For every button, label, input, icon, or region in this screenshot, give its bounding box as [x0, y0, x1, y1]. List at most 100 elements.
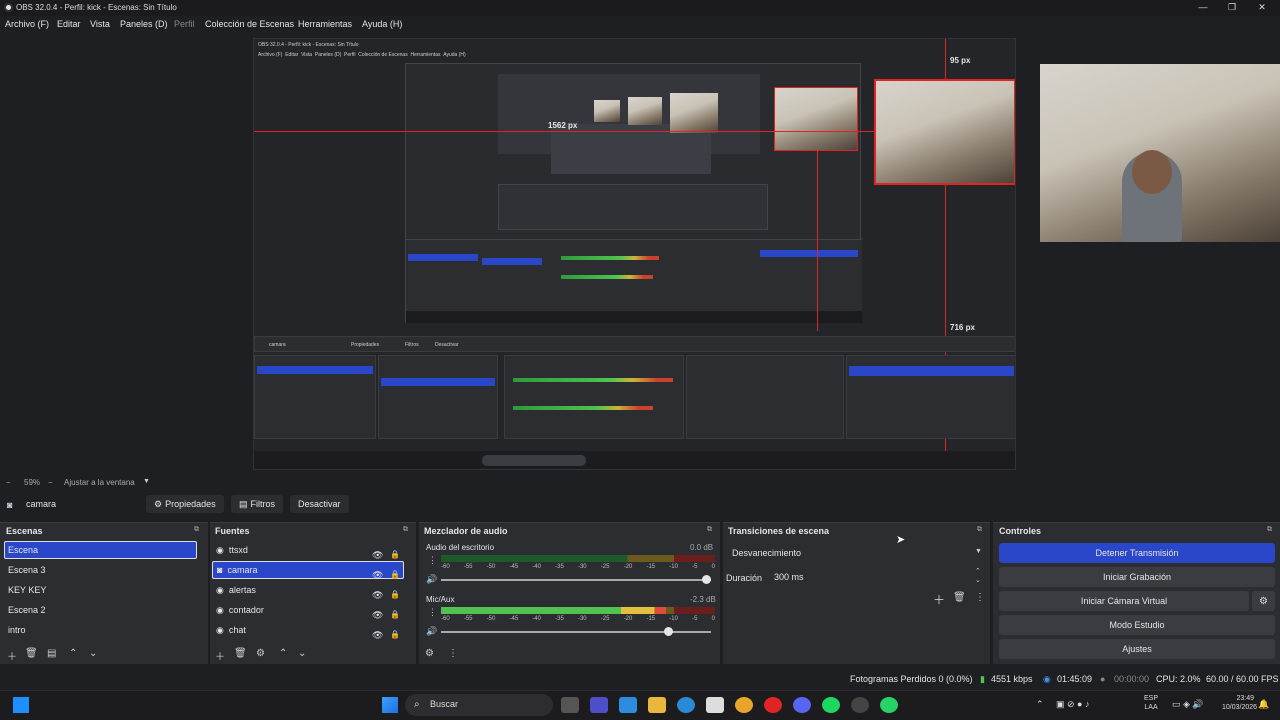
meter-tick-label: -35	[555, 616, 564, 622]
chevron-down-icon[interactable]: ⌄	[298, 648, 306, 659]
meter-tick-label: 0	[711, 564, 715, 570]
webcam-preview	[1040, 64, 1280, 242]
meter-tick-label: -45	[509, 564, 519, 570]
volume-slider-desktop[interactable]	[441, 579, 711, 581]
add-icon[interactable]: ＋	[933, 591, 945, 608]
spotify-icon[interactable]	[822, 697, 840, 713]
obs-icon[interactable]	[851, 697, 869, 713]
filters-label: Filtros	[250, 499, 276, 509]
network-volume-icons[interactable]: ▭ ◈ 🔊	[1172, 699, 1204, 710]
dock-undock-icon[interactable]: ⧉	[403, 526, 408, 534]
duration-input[interactable]: 300 ms	[770, 568, 986, 586]
kebab-icon[interactable]: ⋮	[428, 607, 437, 618]
copilot-icon[interactable]	[619, 697, 637, 713]
close-icon[interactable]: ✕	[1252, 2, 1272, 13]
trash-icon[interactable]: 🗑	[953, 592, 966, 603]
camara-source-selected[interactable]	[874, 79, 1015, 185]
filter-icon[interactable]: ▤	[47, 648, 56, 659]
whatsapp-icon[interactable]	[880, 697, 898, 713]
menu-perfil[interactable]: Perfil	[174, 19, 195, 29]
meter-tick-label: 0	[711, 616, 715, 622]
transition-select[interactable]: Desvanecimiento	[727, 544, 987, 562]
language-indicator[interactable]: ESP LAA	[1144, 694, 1158, 712]
virtual-cam-settings-gear-icon[interactable]: ⚙	[1252, 591, 1275, 611]
scene-label: intro	[8, 625, 26, 635]
lock-icons[interactable]: 🔒 🔒 🔒 🔒 🔒	[390, 545, 400, 645]
gear-icon[interactable]: ⚙	[256, 648, 265, 659]
stream-time: 01:45:09	[1057, 674, 1093, 684]
start-app-icon[interactable]	[13, 697, 29, 713]
maximize-icon[interactable]: ❐	[1222, 2, 1242, 13]
menu-archivo[interactable]: Archivo (F)	[5, 19, 49, 29]
stop-stream-button[interactable]: Detener Transmisión	[999, 543, 1275, 563]
menu-paneles[interactable]: Paneles (D)	[120, 19, 168, 29]
store-icon[interactable]	[706, 697, 724, 713]
volume-icon[interactable]: 🔊	[426, 626, 437, 637]
windows-start-icon[interactable]	[382, 697, 398, 713]
menu-coleccion-escenas[interactable]: Colección de Escenas	[205, 19, 294, 29]
kebab-icon[interactable]: ⋮	[428, 555, 437, 566]
clock-time: 23:49	[1236, 695, 1254, 702]
dock-undock-icon[interactable]: ⧉	[707, 526, 712, 534]
chevron-up-icon[interactable]: ⌃	[279, 648, 287, 659]
gear-icon[interactable]: ⚙	[425, 648, 434, 659]
chevron-down-icon[interactable]: ▼	[975, 548, 982, 555]
deactivate-button[interactable]: Desactivar	[290, 495, 349, 513]
kebab-icon[interactable]: ⋮	[975, 592, 985, 603]
start-recording-button[interactable]: Iniciar Grabación	[999, 567, 1275, 587]
start-virtual-cam-button[interactable]: Iniciar Cámara Virtual	[999, 591, 1249, 611]
record-time: 00:00:00	[1114, 674, 1150, 684]
trash-icon[interactable]: 🗑	[234, 648, 247, 659]
scene-item-key-key[interactable]: KEY KEY	[4, 581, 197, 599]
taskbar-search[interactable]	[405, 694, 553, 716]
transition-selected-label: Desvanecimiento	[732, 548, 802, 558]
dock-undock-icon[interactable]: ⧉	[194, 526, 199, 534]
chevron-down-icon[interactable]: ▼	[143, 478, 150, 485]
fit-window-select[interactable]: Ajustar a la ventana	[64, 478, 135, 487]
source-label: chat	[228, 625, 246, 635]
tray-icons[interactable]: ▣ ⊘ ● ♪	[1056, 699, 1089, 710]
window-title: OBS 32.0.4 - Perfil: kick - Escenas: Sin…	[16, 3, 177, 12]
kebab-icon[interactable]: ⋮	[448, 648, 458, 659]
teams-icon[interactable]	[590, 697, 608, 713]
filters-button[interactable]: ▤ Filtros	[231, 495, 284, 513]
menu-editar[interactable]: Editar	[57, 19, 81, 29]
menu-ayuda[interactable]: Ayuda (H)	[362, 19, 402, 29]
clock[interactable]: 23:49 10/03/2026	[1222, 694, 1257, 712]
add-icon[interactable]: ＋	[215, 648, 225, 663]
visibility-icons[interactable]: 👁 👁 👁 👁 👁	[372, 545, 383, 645]
guide-top	[945, 39, 946, 79]
notification-bell-icon[interactable]: 🔔	[1258, 699, 1269, 710]
studio-mode-button[interactable]: Modo Estudio	[999, 615, 1275, 635]
inner-source-name: camara	[269, 342, 286, 348]
scene-item-escena[interactable]: Escena	[4, 541, 197, 559]
dock-undock-icon[interactable]: ⧉	[1267, 526, 1272, 534]
menu-herramientas[interactable]: Herramientas	[298, 19, 352, 29]
trash-icon[interactable]: 🗑	[25, 648, 38, 659]
add-icon[interactable]: ＋	[7, 648, 17, 663]
minimize-icon[interactable]: —	[1193, 2, 1213, 12]
scene-item-escena-2[interactable]: Escena 2	[4, 601, 197, 619]
volume-icon[interactable]: 🔊	[426, 574, 437, 585]
chrome-icon[interactable]	[735, 697, 753, 713]
discord-icon[interactable]	[793, 697, 811, 713]
spinner-icon[interactable]: ⌃ ⌄	[975, 567, 981, 585]
chevron-up-icon[interactable]: ⌃	[69, 648, 77, 659]
scene-item-escena-3[interactable]: Escena 3	[4, 561, 197, 579]
dock-undock-icon[interactable]: ⧉	[977, 526, 982, 534]
zoom-plus-icon[interactable]: −	[48, 478, 53, 487]
chevron-down-icon[interactable]: ⌄	[89, 648, 97, 659]
preview-canvas[interactable]: OBS 32.0.4 - Perfil: kick - Escenas: Sin…	[253, 38, 1016, 470]
edge-icon[interactable]	[677, 697, 695, 713]
volume-knob-desktop[interactable]	[702, 575, 711, 584]
explorer-icon[interactable]	[648, 697, 666, 713]
scene-item-intro[interactable]: intro	[4, 621, 197, 639]
opera-icon[interactable]	[764, 697, 782, 713]
taskview-icon[interactable]	[561, 697, 579, 713]
zoom-minus-icon[interactable]: −	[6, 478, 11, 487]
meter-tick-label: -20	[623, 616, 633, 622]
menu-vista[interactable]: Vista	[90, 19, 110, 29]
properties-button[interactable]: ⚙ Propiedades	[146, 495, 224, 513]
settings-button[interactable]: Ajustes	[999, 639, 1275, 659]
chevron-up-icon[interactable]: ⌃	[1036, 699, 1044, 710]
